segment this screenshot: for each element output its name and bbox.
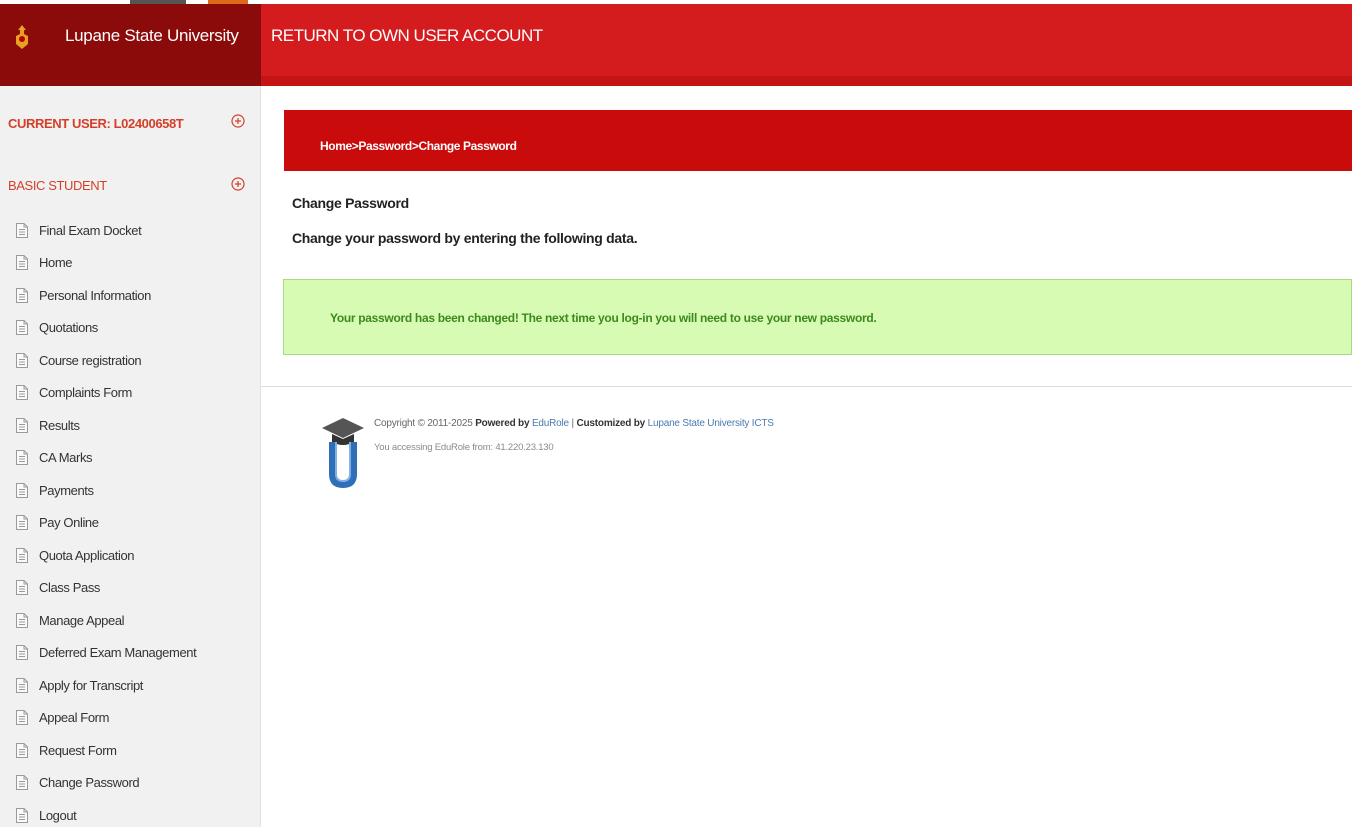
document-icon — [16, 677, 28, 693]
document-icon — [16, 320, 28, 336]
document-icon — [16, 417, 28, 433]
document-icon — [16, 222, 28, 238]
sidebar-item-label: Home — [39, 255, 73, 271]
breadcrumb-current[interactable]: Change Password — [418, 139, 516, 153]
browser-tab-fragment-active — [208, 0, 248, 4]
expand-plus-icon[interactable] — [231, 114, 245, 128]
sidebar-item-label: Logout — [39, 807, 77, 823]
footer-separator: | — [571, 418, 575, 429]
sidebar-item-final-exam-docket[interactable]: Final Exam Docket — [0, 214, 261, 247]
browser-tab-fragment — [130, 0, 186, 4]
sidebar-item-appeal-form[interactable]: Appeal Form — [0, 702, 261, 735]
powered-by-label: Powered by — [475, 418, 530, 429]
sidebar-item-label: Pay Online — [39, 515, 99, 531]
sidebar-item-course-registration[interactable]: Course registration — [0, 344, 261, 377]
edurole-link[interactable]: EduRole — [532, 418, 569, 429]
sidebar-item-label: Complaints Form — [39, 385, 132, 401]
document-icon — [16, 710, 28, 726]
document-icon — [16, 450, 28, 466]
document-icon — [16, 645, 28, 661]
sidebar-item-logout[interactable]: Logout — [0, 799, 261, 827]
sidebar-item-label: Payments — [39, 482, 94, 498]
page-title: Change Password — [292, 195, 409, 211]
sidebar-item-class-pass[interactable]: Class Pass — [0, 572, 261, 605]
success-message: Your password has been changed! The next… — [330, 311, 877, 325]
current-user-label: CURRENT USER: L02400658T — [8, 116, 184, 131]
copyright-line: Copyright © 2011-2025 Powered by EduRole… — [374, 418, 774, 429]
sidebar-item-label: Results — [39, 417, 80, 433]
expand-plus-icon[interactable] — [231, 177, 245, 191]
sidebar-item-label: Request Form — [39, 742, 117, 758]
document-icon — [16, 612, 28, 628]
sidebar-item-label: Quota Application — [39, 547, 135, 563]
sidebar-item-label: Appeal Form — [39, 710, 110, 726]
sidebar-item-complaints-form[interactable]: Complaints Form — [0, 377, 261, 410]
sidebar: CURRENT USER: L02400658T BASIC STUDENT F… — [0, 86, 261, 827]
sidebar-item-label: Course registration — [39, 352, 142, 368]
breadcrumb-home-link[interactable]: Home — [320, 139, 352, 153]
document-icon — [16, 775, 28, 791]
sidebar-item-label: CA Marks — [39, 450, 93, 466]
document-icon — [16, 482, 28, 498]
return-to-own-account-link[interactable]: RETURN TO OWN USER ACCOUNT — [271, 26, 543, 46]
breadcrumb-password-link[interactable]: Password — [358, 139, 412, 153]
sidebar-item-label: Quotations — [39, 320, 98, 336]
document-icon — [16, 352, 28, 368]
document-icon — [16, 547, 28, 563]
sidebar-item-label: Final Exam Docket — [39, 222, 142, 238]
access-ip-text: You accessing EduRole from: 41.220.23.13… — [374, 442, 554, 453]
sidebar-item-pay-online[interactable]: Pay Online — [0, 507, 261, 540]
document-icon — [16, 515, 28, 531]
footer-divider — [261, 386, 1352, 387]
sidebar-item-deferred-exam-management[interactable]: Deferred Exam Management — [0, 637, 261, 670]
document-icon — [16, 255, 28, 271]
university-title[interactable]: Lupane State University — [65, 26, 239, 46]
document-icon — [16, 287, 28, 303]
document-icon — [16, 385, 28, 401]
sidebar-item-label: Apply for Transcript — [39, 677, 143, 693]
sidebar-item-label: Manage Appeal — [39, 612, 125, 628]
copyright-text: Copyright © 2011-2025 — [374, 418, 473, 429]
sidebar-item-quota-application[interactable]: Quota Application — [0, 539, 261, 572]
sidebar-item-manage-appeal[interactable]: Manage Appeal — [0, 604, 261, 637]
top-bar: Lupane State University RETURN TO OWN US… — [0, 0, 1352, 86]
sidebar-item-home[interactable]: Home — [0, 247, 261, 280]
document-icon — [16, 742, 28, 758]
sidebar-menu: Final Exam Docket Home Personal Informatio… — [0, 214, 261, 827]
sidebar-item-label: Personal Information — [39, 287, 151, 303]
header-underline — [261, 76, 1352, 86]
sidebar-item-label: Deferred Exam Management — [39, 645, 197, 661]
customized-by-label: Customized by — [576, 418, 646, 429]
section-title-basic-student[interactable]: BASIC STUDENT — [8, 178, 107, 193]
edurole-logo-icon — [322, 418, 364, 488]
sidebar-item-personal-information[interactable]: Personal Information — [0, 279, 261, 312]
sidebar-item-payments[interactable]: Payments — [0, 474, 261, 507]
breadcrumb: Home>Password>Change Password — [320, 139, 517, 153]
university-logo-icon[interactable] — [12, 24, 32, 50]
sidebar-item-ca-marks[interactable]: CA Marks — [0, 442, 261, 475]
sidebar-item-results[interactable]: Results — [0, 409, 261, 442]
document-icon — [16, 580, 28, 596]
sidebar-item-change-password[interactable]: Change Password — [0, 767, 261, 800]
icts-link[interactable]: Lupane State University ICTS — [648, 418, 774, 429]
sidebar-item-quotations[interactable]: Quotations — [0, 312, 261, 345]
page-subtitle: Change your password by entering the fol… — [292, 230, 638, 246]
document-icon — [16, 807, 28, 823]
sidebar-item-request-form[interactable]: Request Form — [0, 734, 261, 767]
sidebar-item-label: Change Password — [39, 775, 140, 791]
sidebar-item-apply-for-transcript[interactable]: Apply for Transcript — [0, 669, 261, 702]
sidebar-item-label: Class Pass — [39, 580, 101, 596]
